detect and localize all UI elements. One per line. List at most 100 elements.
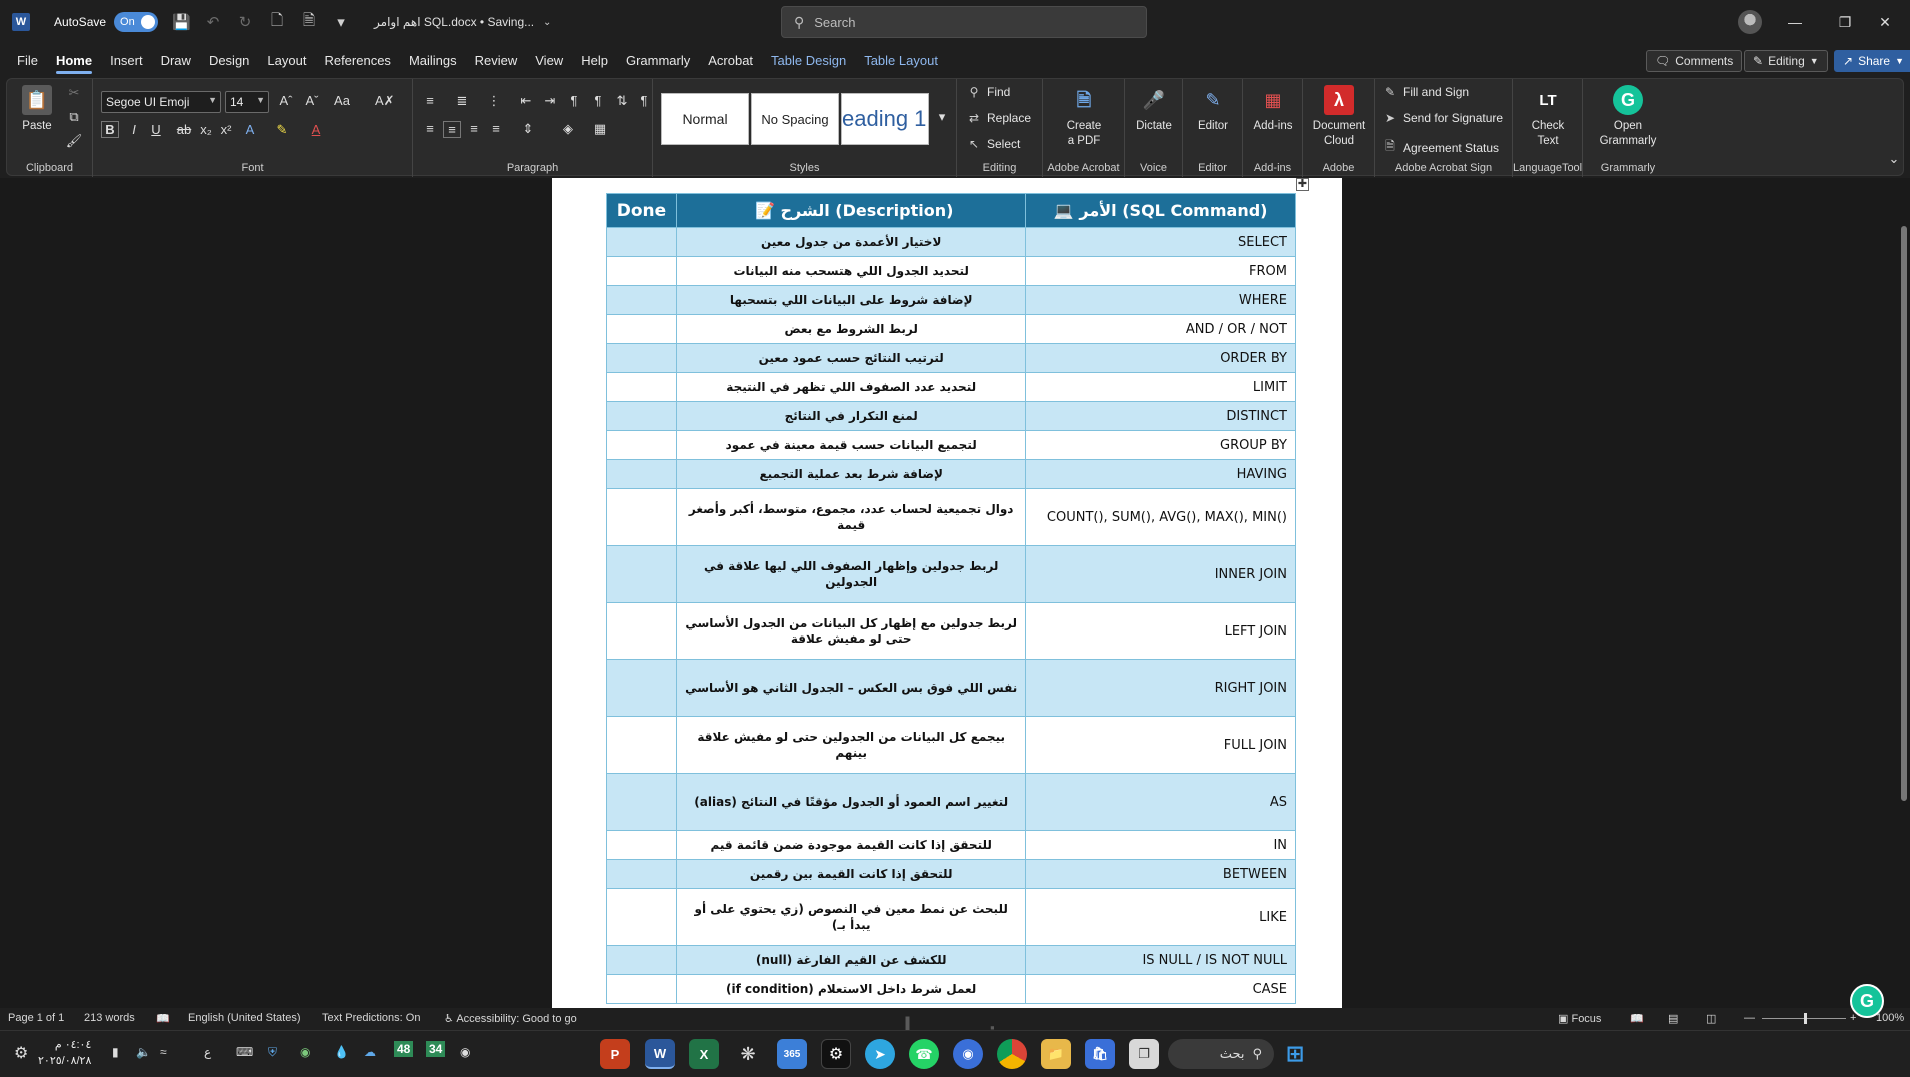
redo-icon[interactable]: ↻ (236, 13, 254, 31)
word-taskbar-icon[interactable]: W (645, 1039, 675, 1069)
check-text-button[interactable]: LT Check Text (1521, 85, 1575, 149)
description-cell[interactable]: للتحقق إذا كانت القيمة موجودة ضمن قائمة … (675, 830, 1027, 860)
onedrive-icon[interactable]: ☁ (364, 1045, 376, 1059)
description-cell[interactable]: للكشف عن القيم الفارغة (null) (675, 945, 1027, 975)
send-signature-button[interactable]: ➤ Send for Signature (1381, 111, 1503, 125)
command-cell[interactable]: COUNT(), SUM(), AVG(), MAX(), MIN() (1025, 488, 1296, 546)
command-cell[interactable]: FULL JOIN (1025, 716, 1296, 774)
description-cell[interactable]: لربط جدولين وإظهار الصفوف اللي ليها علاق… (675, 545, 1027, 603)
shrink-font-icon[interactable]: Aˇ (303, 93, 321, 108)
web-layout-icon[interactable]: ◫ (1706, 1012, 1716, 1025)
font-size-combo[interactable]: 14 ▼ (225, 91, 269, 113)
description-cell[interactable]: لتغيير اسم العمود أو الجدول مؤقتًا في ال… (675, 773, 1027, 831)
done-cell[interactable] (606, 372, 677, 402)
tab-references[interactable]: References (315, 44, 399, 76)
zoom-out-icon[interactable]: — (1744, 1012, 1755, 1024)
done-cell[interactable] (606, 545, 677, 603)
description-cell[interactable]: لترتيب النتائج حسب عمود معين (675, 343, 1027, 373)
font-color-icon[interactable]: A (307, 122, 325, 137)
done-cell[interactable] (606, 314, 677, 344)
share-button[interactable]: ↗ Share ▼ (1834, 50, 1910, 72)
styles-more-icon[interactable]: ▾ (933, 109, 951, 125)
input-language[interactable]: ع (204, 1045, 211, 1059)
description-cell[interactable]: لربط الشروط مع بعض (675, 314, 1027, 344)
command-cell[interactable]: LIMIT (1025, 372, 1296, 402)
tab-grammarly[interactable]: Grammarly (617, 44, 699, 76)
telegram-icon[interactable]: ➤ (865, 1039, 895, 1069)
command-cell[interactable]: CASE (1025, 974, 1296, 1004)
tab-table-layout[interactable]: Table Layout (855, 44, 947, 76)
tab-home[interactable]: Home (47, 44, 101, 76)
document-page[interactable]: Done 📝 الشرح (Description) 💻 الأمر (SQL … (552, 178, 1342, 1008)
chevron-down-icon[interactable]: ⌄ (538, 17, 556, 28)
font-name-combo[interactable]: Segoe UI Emoji ▼ (101, 91, 221, 113)
command-cell[interactable]: RIGHT JOIN (1025, 659, 1296, 717)
search-input[interactable]: ⚲ Search (781, 6, 1147, 38)
capcut-icon[interactable]: ⚙ (821, 1039, 851, 1069)
command-cell[interactable]: WHERE (1025, 285, 1296, 315)
description-cell[interactable]: لربط جدولين مع إظهار كل البيانات من الجد… (675, 602, 1027, 660)
tab-draw[interactable]: Draw (152, 44, 200, 76)
browser-icon[interactable]: ◉ (953, 1039, 983, 1069)
command-cell[interactable]: LEFT JOIN (1025, 602, 1296, 660)
save-icon[interactable]: 💾 (172, 13, 191, 31)
tab-review[interactable]: Review (466, 44, 527, 76)
shading-icon[interactable]: ◈ (559, 121, 577, 137)
command-cell[interactable]: AND / OR / NOT (1025, 314, 1296, 344)
table-move-handle[interactable]: ✚ (1296, 178, 1309, 191)
description-cell[interactable]: لإضافة شرط بعد عملية التجميع (675, 459, 1027, 489)
bold-icon[interactable]: B (101, 121, 119, 138)
description-cell[interactable]: لإضافة شروط على البيانات اللي بتسحبها (675, 285, 1027, 315)
settings-tray-icon[interactable]: ⚙ (14, 1043, 28, 1063)
select-button[interactable]: ↖ Select (965, 137, 1020, 151)
close-icon[interactable]: ✕ (1860, 0, 1910, 44)
zoom-level[interactable]: 100% (1876, 1012, 1904, 1024)
highlight-icon[interactable]: ✎ (273, 122, 291, 138)
new-doc-icon[interactable]: 🗋 (268, 10, 286, 35)
chrome-icon[interactable] (997, 1039, 1027, 1069)
description-cell[interactable]: للتحقق إذا كانت القيمة بين رقمين (675, 859, 1027, 889)
task-view-icon[interactable]: ❐ (1129, 1039, 1159, 1069)
done-cell[interactable] (606, 602, 677, 660)
tab-insert[interactable]: Insert (101, 44, 152, 76)
m365-icon[interactable]: 365 (777, 1039, 807, 1069)
ltr-icon[interactable]: ¶ (565, 93, 583, 108)
wifi-icon[interactable]: ≈ (160, 1045, 167, 1059)
editor-button[interactable]: ✎ Editor (1191, 85, 1235, 134)
agreement-status-button[interactable]: 🗎 Agreement Status (1381, 137, 1499, 158)
windows-start-icon[interactable]: ⊞ (1280, 1039, 1310, 1069)
vertical-scrollbar[interactable] (1898, 178, 1910, 1008)
collapse-ribbon-icon[interactable]: ⌄ (1885, 151, 1903, 167)
command-cell[interactable]: ORDER BY (1025, 343, 1296, 373)
grammarly-tray-icon[interactable]: ◉ (460, 1045, 470, 1059)
superscript-icon[interactable]: x² (217, 122, 235, 137)
accessibility-status[interactable]: ♿ Accessibility: Good to go (444, 1012, 577, 1025)
command-cell[interactable]: IS NULL / IS NOT NULL (1025, 945, 1296, 975)
header-command[interactable]: 💻 الأمر (SQL Command) (1025, 193, 1296, 228)
done-cell[interactable] (606, 401, 677, 431)
align-left-icon[interactable]: ≡ (421, 121, 439, 136)
network-app-icon[interactable]: ◉ (300, 1045, 310, 1059)
multilevel-list-icon[interactable]: ⋮ (485, 93, 503, 109)
read-mode-icon[interactable]: 📖 (1630, 1012, 1644, 1025)
find-button[interactable]: ⚲ Find (965, 85, 1011, 99)
file-explorer-icon[interactable]: 📁 (1041, 1039, 1071, 1069)
fill-and-sign-button[interactable]: ✎ Fill and Sign (1381, 85, 1469, 99)
command-cell[interactable]: AS (1025, 773, 1296, 831)
description-cell[interactable]: للبحث عن نمط معين في النصوص (زي يحتوي عل… (675, 888, 1027, 946)
header-done[interactable]: Done (606, 193, 677, 228)
description-cell[interactable]: لتحديد عدد الصفوف اللي تظهر في النتيجة (675, 372, 1027, 402)
clock[interactable]: ٠٤:٠٤ م ٢٠٢٥/٠٨/٢٨ (38, 1037, 91, 1069)
scrollbar-thumb[interactable] (1901, 226, 1907, 801)
format-painter-icon[interactable]: 🖌 (65, 133, 83, 149)
strikethrough-icon[interactable]: ab (175, 122, 193, 137)
text-effects-icon[interactable]: A (241, 122, 259, 137)
addins-button[interactable]: ▦ Add-ins (1249, 85, 1297, 134)
done-cell[interactable] (606, 716, 677, 774)
comments-button[interactable]: 🗨 Comments (1646, 50, 1743, 72)
command-cell[interactable]: LIKE (1025, 888, 1296, 946)
done-cell[interactable] (606, 945, 677, 975)
description-cell[interactable]: لاختيار الأعمدة من جدول معين (675, 227, 1027, 257)
open-grammarly-button[interactable]: G Open Grammarly (1595, 85, 1661, 149)
description-cell[interactable]: لتجميع البيانات حسب قيمة معينة في عمود (675, 430, 1027, 460)
